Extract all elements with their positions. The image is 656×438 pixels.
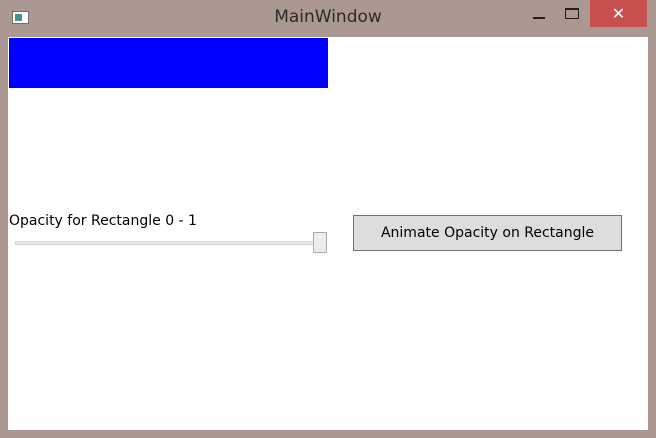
animate-opacity-button[interactable]: Animate Opacity on Rectangle [353, 215, 622, 251]
title-bar[interactable]: MainWindow ✕ [0, 0, 656, 37]
main-window: MainWindow ✕ Opacity for Rectangle 0 - 1… [0, 0, 656, 438]
minimize-icon [533, 17, 545, 19]
client-area: Opacity for Rectangle 0 - 1 Animate Opac… [8, 37, 648, 430]
close-icon: ✕ [611, 4, 626, 23]
minimize-button[interactable] [524, 1, 554, 27]
close-button[interactable]: ✕ [590, 0, 647, 27]
opacity-slider-track[interactable] [15, 241, 327, 245]
maximize-button[interactable] [558, 1, 588, 27]
opacity-slider-label: Opacity for Rectangle 0 - 1 [9, 213, 197, 229]
blue-rectangle [9, 38, 328, 88]
maximize-icon [565, 8, 579, 19]
opacity-slider-thumb[interactable] [313, 232, 327, 253]
